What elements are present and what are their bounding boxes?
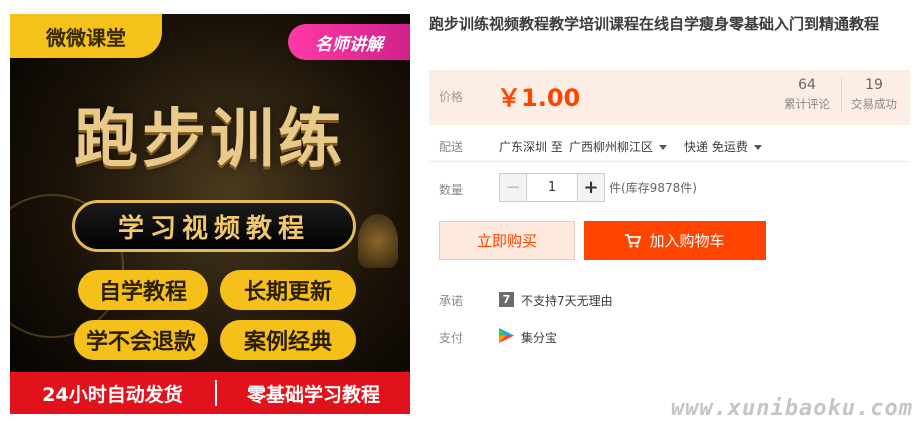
decrease-button[interactable]: −: [500, 174, 527, 201]
teacher-badge: 名师讲解: [288, 24, 410, 60]
add-to-cart-button[interactable]: 加入购物车: [584, 221, 766, 260]
seven-day-icon: 7: [499, 292, 514, 307]
quantity-stepper[interactable]: − 1 +: [499, 173, 605, 202]
deals-label: 交易成功: [851, 97, 897, 111]
stock-text: 件(库存9878件): [609, 181, 697, 195]
price-label: 价格: [439, 90, 464, 104]
reviews-stat[interactable]: 64 累计评论: [775, 77, 839, 112]
reviews-count: 64: [798, 77, 816, 93]
feature-pill: 案例经典: [220, 320, 356, 360]
quantity-label: 数量: [439, 183, 464, 197]
watermark: www.xunibaoku.com: [670, 396, 913, 421]
price-panel: 价格 ￥1.00 64 累计评论 19 交易成功: [429, 70, 910, 125]
cart-icon: [625, 233, 642, 247]
ship-to-text: 广西柳州柳江区: [569, 140, 654, 154]
payment-text[interactable]: 集分宝: [521, 329, 557, 346]
promise-label: 承诺: [439, 294, 464, 308]
bottom-banner-left: 24小时自动发货: [42, 383, 183, 406]
shipping-label: 配送: [439, 140, 464, 154]
feature-pill: 自学教程: [78, 270, 208, 310]
reviews-label: 累计评论: [784, 97, 830, 111]
price-value: ￥1.00: [497, 84, 581, 112]
chevron-down-icon: [659, 145, 668, 150]
product-title: 跑步训练视频教程教学培训课程在线自学瘦身零基础入门到精通教程: [429, 15, 880, 33]
ship-method-dropdown[interactable]: 快递 免运费: [684, 138, 762, 155]
promise-text[interactable]: 不支持7天无理由: [521, 292, 613, 309]
add-to-cart-label: 加入购物车: [649, 232, 725, 250]
image-bottom-banner: 24小时自动发货 零基础学习教程: [10, 372, 410, 414]
payment-label: 支付: [439, 331, 464, 345]
deals-stat[interactable]: 19 交易成功: [841, 77, 906, 112]
image-headline: 跑步训练: [74, 102, 346, 177]
increase-button[interactable]: +: [577, 174, 604, 201]
deals-count: 19: [865, 77, 883, 93]
ship-from: 广东深圳 至: [499, 140, 563, 154]
product-image[interactable]: 微微课堂 名师讲解 跑步训练 学习视频教程 自学教程 长期更新 学不会退款 案例…: [10, 14, 410, 414]
phonograph-decoration: [358, 214, 398, 268]
ship-method-text: 快递 免运费: [684, 140, 748, 154]
jifenbao-icon: [499, 328, 514, 343]
bottom-banner-right: 零基础学习教程: [246, 383, 380, 406]
quantity-input[interactable]: 1: [527, 174, 577, 201]
image-subtitle: 学习视频教程: [72, 200, 356, 252]
brand-tag: 微微课堂: [10, 14, 162, 58]
buy-now-button[interactable]: 立即购买: [439, 221, 575, 260]
feature-pill: 学不会退款: [74, 320, 208, 360]
ship-to-dropdown[interactable]: 广西柳州柳江区: [569, 138, 668, 155]
divider: [429, 161, 910, 162]
feature-pill: 长期更新: [220, 270, 356, 310]
chevron-down-icon: [753, 145, 762, 150]
